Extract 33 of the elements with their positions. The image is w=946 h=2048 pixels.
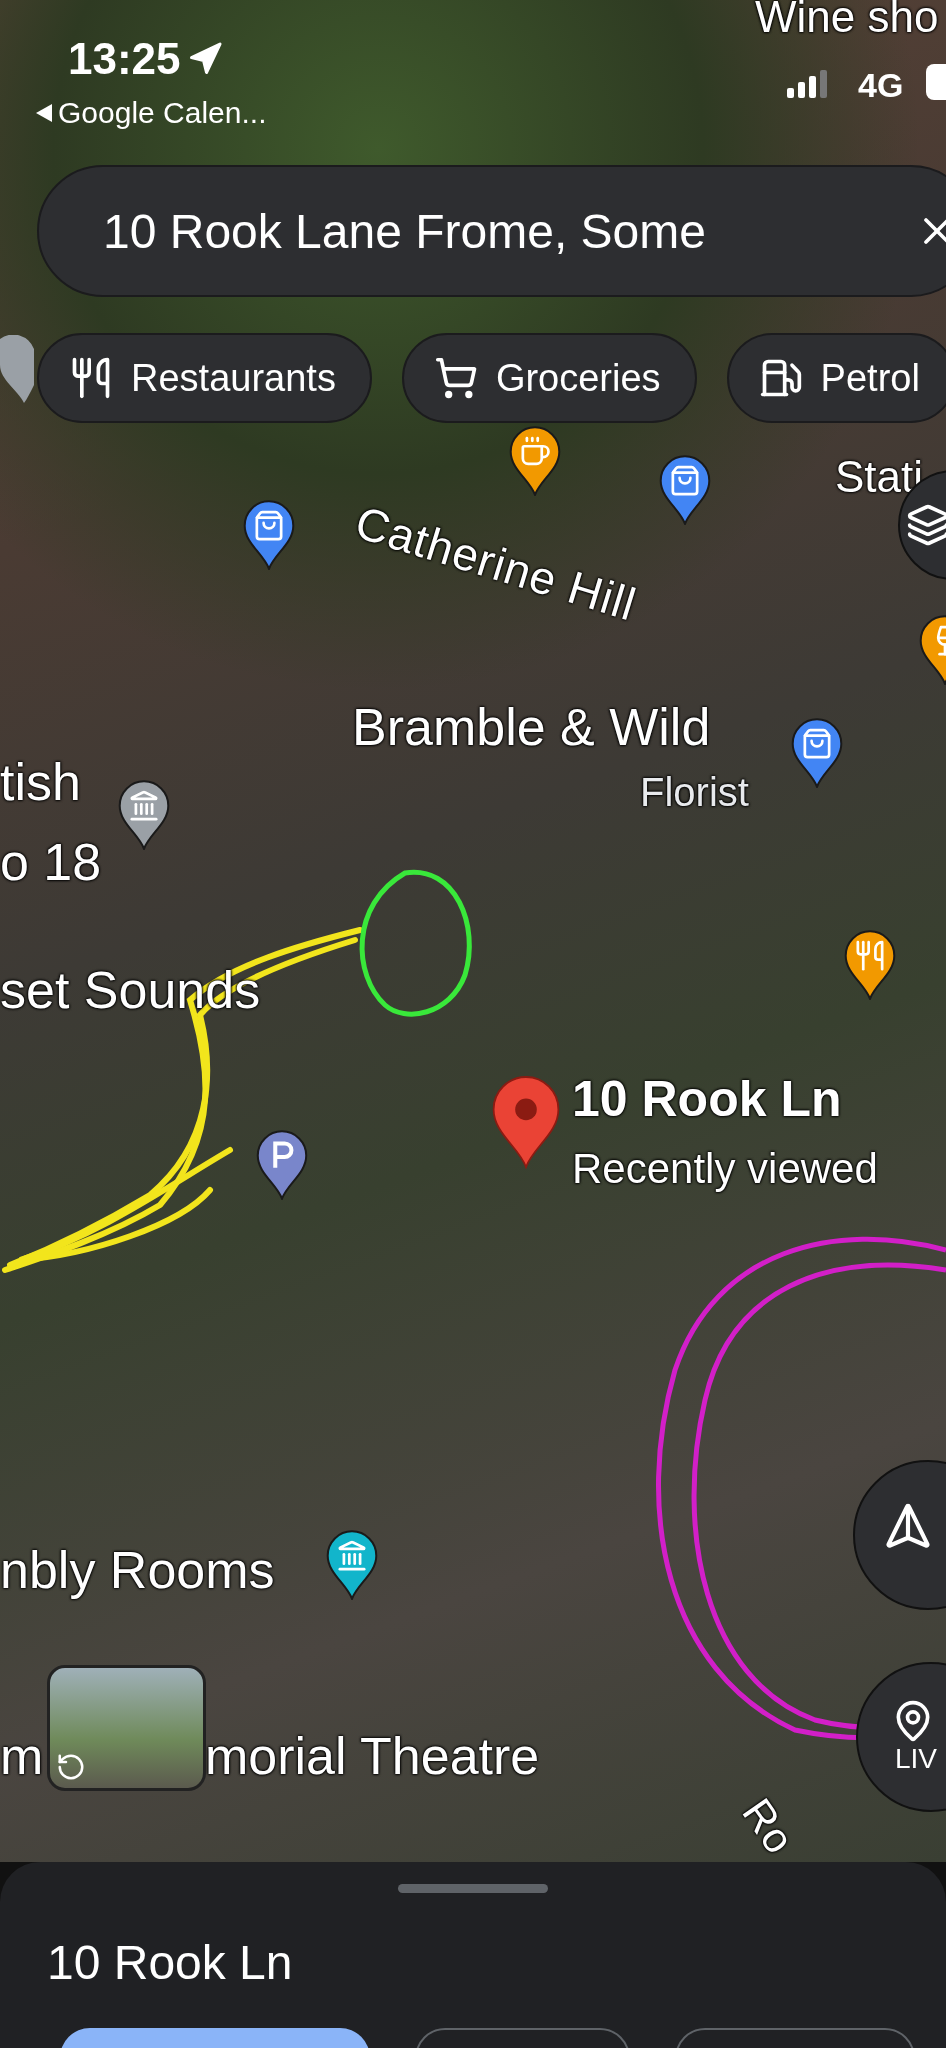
- place-label: Bramble & Wild: [352, 697, 711, 757]
- selected-place-subtitle: Recently viewed: [572, 1145, 878, 1193]
- parking-pin-icon[interactable]: [255, 1130, 309, 1200]
- network-type: 4G: [858, 66, 904, 105]
- place-label: m: [0, 1726, 44, 1786]
- status-time: 13:25: [68, 34, 223, 84]
- street-view-thumbnail[interactable]: [47, 1665, 206, 1791]
- search-bar[interactable]: 10 Rook Lane Frome, Some: [37, 165, 946, 297]
- category-chip[interactable]: Petrol: [726, 333, 946, 423]
- selected-place-name: 10 Rook Ln: [572, 1070, 842, 1128]
- place-label: tish: [0, 752, 81, 812]
- place-label: Wine sho: [755, 0, 939, 42]
- satellite-map-photo[interactable]: [0, 0, 946, 1862]
- battery-icon: [926, 64, 946, 100]
- place-label: Stati: [835, 452, 924, 502]
- place-label: morial Theatre: [205, 1726, 540, 1786]
- location-pin-icon[interactable]: [0, 335, 34, 405]
- rotate-icon: [56, 1752, 86, 1782]
- category-label: Florist: [640, 770, 749, 815]
- layers-icon: [906, 503, 946, 547]
- place-label: nbly Rooms: [0, 1540, 275, 1600]
- selected-place-pin-icon[interactable]: [490, 1075, 562, 1169]
- street-label: Ro: [732, 1790, 804, 1864]
- category-chip[interactable]: Restaurants: [37, 333, 372, 423]
- back-to-app-link[interactable]: Google Calen...: [36, 96, 267, 130]
- category-chip[interactable]: Groceries: [401, 333, 697, 423]
- drag-handle[interactable]: [398, 1884, 548, 1893]
- groceries-icon: [433, 356, 478, 400]
- place-label: o 18: [0, 832, 102, 892]
- back-triangle-icon: [36, 104, 52, 122]
- live-view-button[interactable]: LIV: [856, 1662, 946, 1812]
- sheet-title: 10 Rook Ln: [47, 1935, 294, 1990]
- signal-icon: [787, 70, 827, 98]
